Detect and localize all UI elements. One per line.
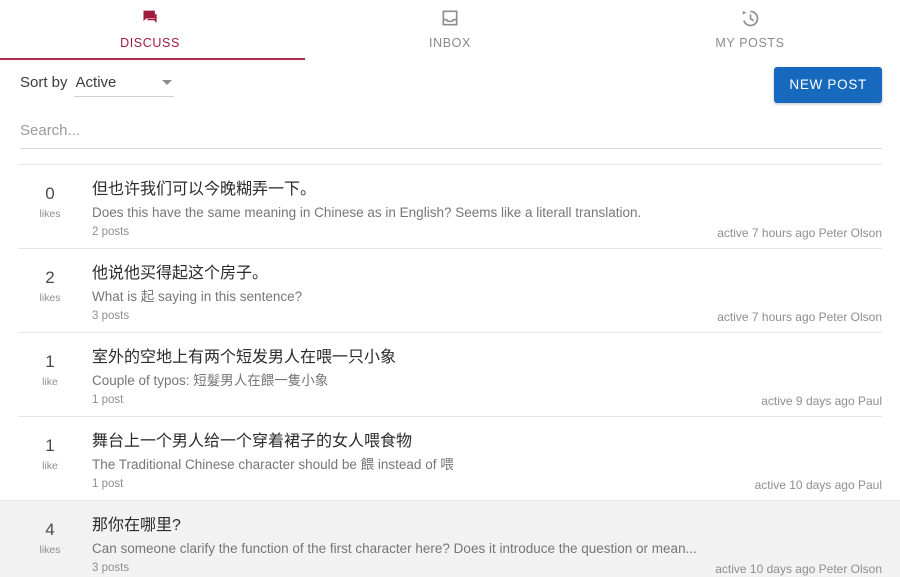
likes-column: 1 like — [26, 431, 74, 490]
likes-count: 1 — [45, 352, 55, 371]
post-activity-meta: active 10 days ago Paul — [754, 478, 882, 492]
tab-my-posts[interactable]: MY POSTS — [600, 0, 900, 60]
post-reply-count: 1 post — [92, 394, 124, 406]
likes-label: likes — [39, 208, 61, 220]
likes-label: like — [42, 460, 58, 472]
post-excerpt: Couple of typos: 短髮男人在餵一隻小象 — [92, 373, 329, 388]
likes-column: 0 likes — [26, 179, 74, 238]
post-list: 0 likes 但也许我们可以今晚糊弄一下。 Does this have the s… — [0, 164, 900, 577]
likes-label: likes — [39, 544, 61, 556]
new-post-button[interactable]: NEW POST — [774, 67, 882, 103]
search-bar — [0, 110, 900, 149]
tab-discuss[interactable]: DISCUSS — [0, 0, 300, 60]
tab-my-posts-label: MY POSTS — [715, 36, 785, 50]
post-title[interactable]: 那你在哪里? — [92, 515, 872, 537]
likes-count: 2 — [45, 268, 55, 287]
likes-label: likes — [39, 292, 61, 304]
post-excerpt: What is 起 saying in this sentence? — [92, 289, 303, 304]
post-activity-meta: active 10 days ago Peter Olson — [715, 562, 882, 576]
post-row[interactable]: 4 likes 那你在哪里? Can someone clarify the func… — [0, 500, 900, 577]
search-input[interactable] — [20, 116, 882, 149]
post-title[interactable]: 室外的空地上有两个短发男人在喂一只小象 — [92, 347, 872, 369]
forum-icon — [140, 7, 161, 29]
history-icon — [740, 7, 761, 29]
sort-control: Sort by Active — [20, 74, 174, 97]
post-title[interactable]: 舞台上一个男人给一个穿着裙子的女人喂食物 — [92, 431, 872, 453]
inbox-icon — [440, 7, 460, 29]
post-activity-meta: active 7 hours ago Peter Olson — [717, 226, 882, 240]
likes-label: like — [42, 376, 58, 388]
likes-count: 0 — [45, 184, 55, 203]
tab-inbox[interactable]: INBOX — [300, 0, 600, 60]
likes-count: 4 — [45, 520, 55, 539]
post-row[interactable]: 0 likes 但也许我们可以今晚糊弄一下。 Does this have the s… — [18, 164, 882, 248]
post-activity-meta: active 9 days ago Paul — [761, 394, 882, 408]
post-excerpt: The Traditional Chinese character should… — [92, 457, 454, 472]
sort-dropdown-value: Active — [75, 73, 117, 91]
sort-dropdown[interactable]: Active — [73, 73, 174, 97]
post-title[interactable]: 他说他买得起这个房子。 — [92, 263, 872, 285]
likes-column: 1 like — [26, 347, 74, 406]
tab-discuss-label: DISCUSS — [120, 36, 180, 50]
post-row[interactable]: 1 like 舞台上一个男人给一个穿着裙子的女人喂食物 The Traditional… — [18, 416, 882, 500]
post-row[interactable]: 1 like 室外的空地上有两个短发男人在喂一只小象 Couple of typos:… — [18, 332, 882, 416]
post-activity-meta: active 7 hours ago Peter Olson — [717, 310, 882, 324]
sort-by-label: Sort by — [20, 73, 68, 91]
tab-bar: DISCUSS INBOX MY POSTS — [0, 0, 900, 60]
post-excerpt: Can someone clarify the function of the … — [92, 541, 697, 556]
likes-column: 4 likes — [26, 515, 74, 574]
post-excerpt: Does this have the same meaning in Chine… — [92, 205, 642, 220]
likes-count: 1 — [45, 436, 55, 455]
tab-inbox-label: INBOX — [429, 36, 471, 50]
post-title[interactable]: 但也许我们可以今晚糊弄一下。 — [92, 179, 872, 201]
likes-column: 2 likes — [26, 263, 74, 322]
toolbar: Sort by Active NEW POST — [0, 60, 900, 110]
chevron-down-icon — [161, 79, 172, 85]
post-row[interactable]: 2 likes 他说他买得起这个房子。 What is 起 saying in thi… — [18, 248, 882, 332]
